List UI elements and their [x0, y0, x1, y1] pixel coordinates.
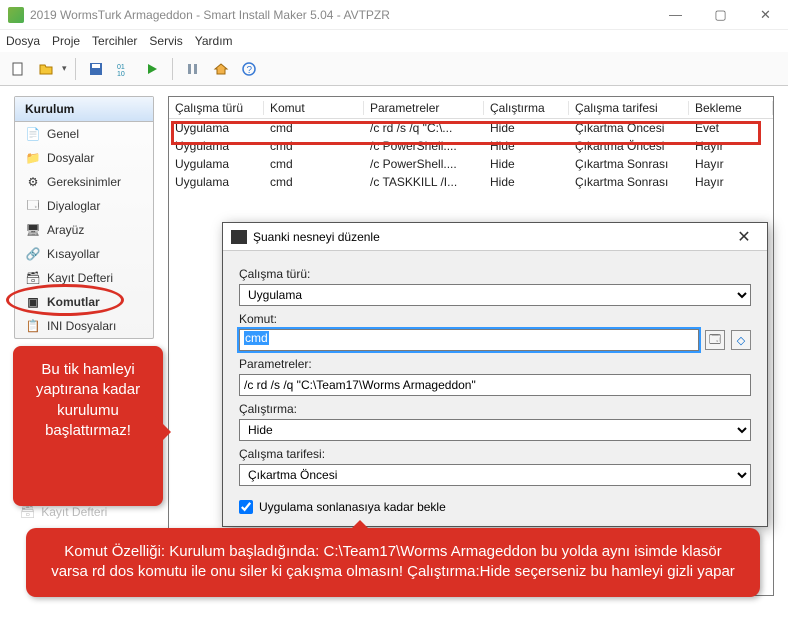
input-params[interactable]: [239, 374, 751, 396]
browse-button[interactable]: 🗔: [705, 330, 725, 350]
sidebar-item-komutlar[interactable]: ▣ Komutlar: [15, 290, 153, 314]
sidebar-item-arayuz[interactable]: 🖥 Arayüz: [15, 218, 153, 242]
input-command[interactable]: cmd: [239, 329, 699, 351]
table-row[interactable]: Uygulamacmd/c rd /s /q "C:\...HideÇıkart…: [169, 119, 773, 137]
col-schedule[interactable]: Çalışma tarifesi: [569, 101, 689, 115]
label-runtype: Çalışma türü:: [239, 267, 751, 281]
sidebar-header: Kurulum: [15, 97, 153, 122]
table-row[interactable]: Uygulamacmd/c PowerShell....HideÇıkartma…: [169, 137, 773, 155]
sidebar-label: Gereksinimler: [47, 175, 121, 189]
home-icon[interactable]: [209, 57, 233, 81]
col-runtype[interactable]: Çalışma türü: [169, 101, 264, 115]
script-button[interactable]: ◇: [731, 330, 751, 350]
app-icon: [8, 7, 24, 23]
sidebar-label: Dosyalar: [47, 151, 94, 165]
svg-text:01: 01: [117, 64, 125, 71]
sidebar-label: Kayıt Defteri: [47, 271, 113, 285]
gear-icon: ⚙: [25, 174, 41, 190]
registry-icon: 🗃: [25, 270, 41, 286]
menu-bar: Dosya Proje Tercihler Servis Yardım: [0, 30, 788, 52]
table-header-row: Çalışma türü Komut Parametreler Çalıştır…: [169, 97, 773, 119]
window-title: 2019 WormsTurk Armageddon - Smart Instal…: [30, 8, 653, 22]
save-binary-icon[interactable]: 0110: [112, 57, 136, 81]
sidebar-item-kayit-defteri[interactable]: 🗃 Kayıt Defteri: [15, 266, 153, 290]
sidebar-label: Komutlar: [47, 295, 100, 309]
monitor-icon: 🖥: [25, 222, 41, 238]
label-params: Parametreler:: [239, 357, 751, 371]
col-run[interactable]: Çalıştırma: [484, 101, 569, 115]
menu-dosya[interactable]: Dosya: [6, 34, 40, 48]
sidebar-item-ini[interactable]: 📋 INI Dosyaları: [15, 314, 153, 338]
shortcut-icon: 🔗: [25, 246, 41, 262]
col-command[interactable]: Komut: [264, 101, 364, 115]
new-file-icon[interactable]: [6, 57, 30, 81]
col-params[interactable]: Parametreler: [364, 101, 484, 115]
open-folder-icon[interactable]: [34, 57, 58, 81]
menu-yardim[interactable]: Yardım: [195, 34, 233, 48]
dialog-icon: [231, 230, 247, 244]
run-icon[interactable]: [140, 57, 164, 81]
callout-bottom: Komut Özelliği: Kurulum başladığında: C:…: [26, 528, 760, 597]
select-schedule[interactable]: Çıkartma Öncesi: [239, 464, 751, 486]
menu-servis[interactable]: Servis: [149, 34, 182, 48]
sidebar-label: Diyaloglar: [47, 199, 100, 213]
dialog-close-button[interactable]: ✕: [729, 227, 759, 247]
dialog-title: Şuanki nesneyi düzenle: [253, 230, 729, 244]
help-icon[interactable]: ?: [237, 57, 261, 81]
tools-icon[interactable]: [181, 57, 205, 81]
sidebar-item-kisayollar[interactable]: 🔗 Kısayollar: [15, 242, 153, 266]
sidebar-label: Genel: [47, 127, 79, 141]
terminal-icon: ▣: [25, 294, 41, 310]
sidebar-item-genel[interactable]: 📄 Genel: [15, 122, 153, 146]
svg-text:10: 10: [117, 71, 125, 77]
select-runtype[interactable]: Uygulama: [239, 284, 751, 306]
checkbox-wait[interactable]: [239, 500, 253, 514]
sidebar-label: Kısayollar: [47, 247, 100, 261]
maximize-button[interactable]: ▢: [698, 1, 743, 29]
menu-tercihler[interactable]: Tercihler: [92, 34, 137, 48]
close-button[interactable]: ✕: [743, 1, 788, 29]
folder-icon: 📁: [25, 150, 41, 166]
callout-left: Bu tik hamleyi yaptırana kadar kurulumu …: [13, 346, 163, 506]
dialog-icon: 🗔: [25, 198, 41, 214]
edit-object-dialog: Şuanki nesneyi düzenle ✕ Çalışma türü: U…: [222, 222, 768, 527]
sidebar-label: INI Dosyaları: [47, 319, 116, 333]
toolbar: ▾ 0110 ?: [0, 52, 788, 86]
sidebar-item-diyaloglar[interactable]: 🗔 Diyaloglar: [15, 194, 153, 218]
select-run[interactable]: Hide: [239, 419, 751, 441]
table-row[interactable]: Uygulamacmd/c TASKKILL /I...HideÇıkartma…: [169, 173, 773, 191]
sidebar-item-dosyalar[interactable]: 📁 Dosyalar: [15, 146, 153, 170]
col-wait[interactable]: Bekleme: [689, 101, 773, 115]
save-icon[interactable]: [84, 57, 108, 81]
sidebar-label: Arayüz: [47, 223, 84, 237]
table-row[interactable]: Uygulamacmd/c PowerShell....HideÇıkartma…: [169, 155, 773, 173]
faded-sidebar-item: 🗃Kayıt Defteri: [20, 505, 107, 519]
label-command: Komut:: [239, 312, 751, 326]
title-bar: 2019 WormsTurk Armageddon - Smart Instal…: [0, 0, 788, 30]
label-schedule: Çalışma tarifesi:: [239, 447, 751, 461]
page-icon: 📄: [25, 126, 41, 142]
menu-proje[interactable]: Proje: [52, 34, 80, 48]
svg-text:?: ?: [246, 65, 252, 76]
sidebar-item-gereksinimler[interactable]: ⚙ Gereksinimler: [15, 170, 153, 194]
minimize-button[interactable]: —: [653, 1, 698, 29]
label-run: Çalıştırma:: [239, 402, 751, 416]
ini-icon: 📋: [25, 318, 41, 334]
